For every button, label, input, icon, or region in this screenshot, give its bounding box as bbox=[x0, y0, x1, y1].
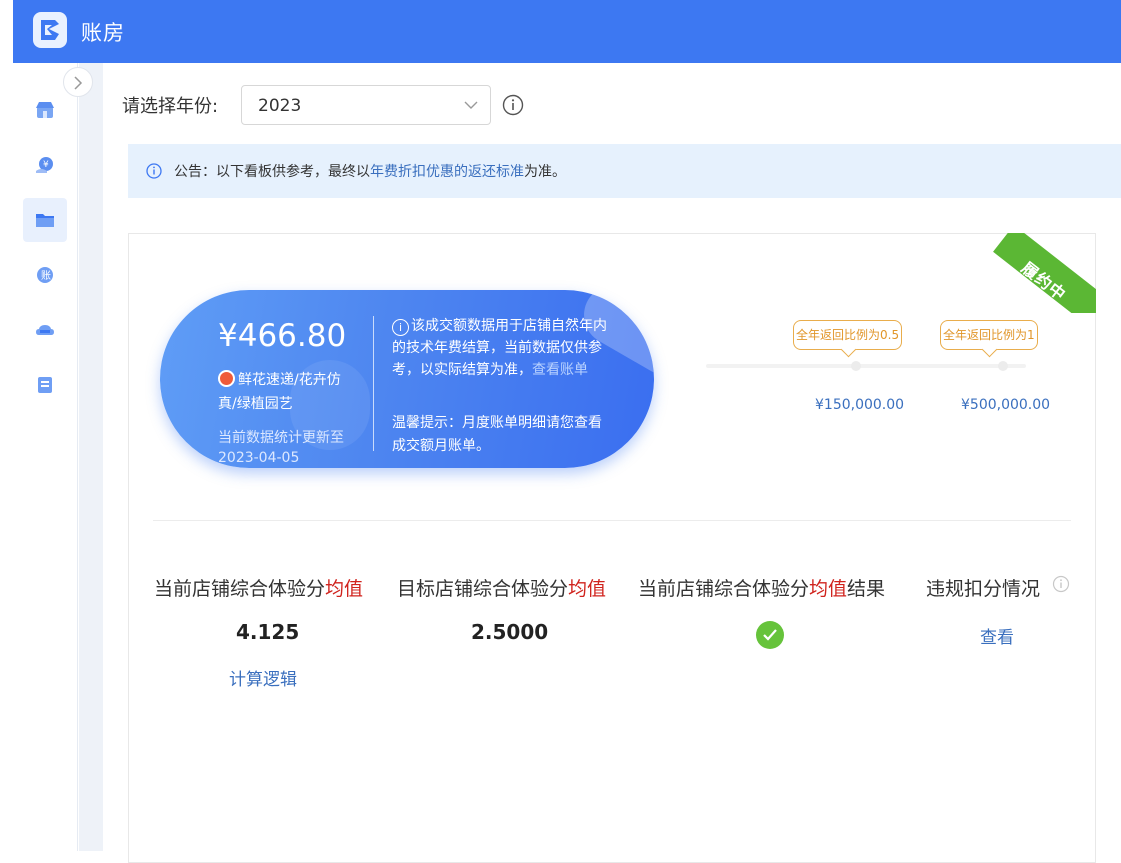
tier-amount: ¥150,000.00 bbox=[815, 397, 905, 413]
chevron-right-icon bbox=[74, 76, 83, 90]
summary-pill: ¥466.80 鲜花速递/花卉仿真/绿植园艺 当前数据统计更新至 2023-04… bbox=[160, 290, 654, 468]
ledger-icon: 账 bbox=[37, 267, 53, 283]
metric-title-highlight: 均值 bbox=[568, 578, 607, 600]
tier-label: 全年返回比例为1 bbox=[940, 320, 1038, 350]
update-date: 2023-04-05 bbox=[218, 450, 300, 466]
metric-title-violations: 违规扣分情况 bbox=[926, 578, 1041, 600]
sidebar-item-finance[interactable]: ¥ bbox=[23, 143, 67, 187]
target-score-value: 2.5000 bbox=[471, 620, 549, 644]
result-pass-badge bbox=[756, 621, 784, 649]
tier-marker bbox=[998, 361, 1008, 371]
transaction-amount: ¥466.80 bbox=[218, 318, 347, 354]
sidebar-item-document[interactable] bbox=[23, 363, 67, 407]
app-logo-icon bbox=[33, 12, 67, 48]
metric-title-text: 目标店铺综合体验分 bbox=[397, 578, 569, 600]
store-icon bbox=[36, 102, 54, 118]
shop-category: 鲜花速递/花卉仿真/绿植园艺 bbox=[218, 372, 341, 412]
metric-title-score-result: 当前店铺综合体验分均值结果 bbox=[638, 574, 885, 601]
sidebar-item-ledger[interactable]: 账 bbox=[23, 253, 67, 297]
metric-title-text: 当前店铺综合体验分 bbox=[638, 578, 810, 600]
year-filter-label: 请选择年份: bbox=[122, 96, 219, 117]
metric-title-highlight: 均值 bbox=[325, 578, 364, 600]
info-icon: i bbox=[392, 319, 409, 336]
tier-label: 全年返回比例为0.5 bbox=[793, 320, 903, 350]
calc-logic-link[interactable]: 计算逻辑 bbox=[229, 665, 297, 690]
notice-prefix: 公告：以下看板供参考，最终以 bbox=[174, 164, 370, 180]
metric-title-suffix: 结果 bbox=[847, 578, 886, 600]
cloud-icon bbox=[36, 325, 54, 335]
svg-text:¥: ¥ bbox=[43, 160, 49, 170]
pill-info: i 该成交额数据用于店铺自然年内的技术年费结算，当前数据仅供参考，以实际结算为准，… bbox=[392, 315, 612, 381]
tier-marker bbox=[851, 361, 861, 371]
sidebar-toggle-button[interactable] bbox=[63, 67, 93, 97]
status-ribbon: 履约中 bbox=[992, 233, 1096, 313]
violation-info-icon[interactable] bbox=[1052, 575, 1070, 593]
update-label: 当前数据统计更新至 bbox=[218, 430, 344, 446]
notice-text: 公告：以下看板供参考，最终以年费折扣优惠的返还标准为准。 bbox=[174, 161, 566, 181]
svg-text:账: 账 bbox=[41, 270, 51, 282]
view-violations-link[interactable]: 查看 bbox=[980, 623, 1014, 648]
notice-banner: 公告：以下看板供参考，最终以年费折扣优惠的返还标准为准。 bbox=[128, 144, 1121, 198]
pill-divider bbox=[373, 316, 374, 451]
folder-icon bbox=[36, 214, 54, 227]
metric-title-text: 当前店铺综合体验分 bbox=[154, 578, 326, 600]
sidebar: ¥ 账 bbox=[13, 63, 78, 851]
year-select-value: 2023 bbox=[258, 96, 302, 116]
tier-progress-track bbox=[706, 364, 1026, 368]
content-gutter bbox=[79, 63, 103, 851]
metric-title-current-score: 当前店铺综合体验分均值 bbox=[154, 574, 363, 601]
card-divider bbox=[153, 520, 1071, 521]
checkmark-icon bbox=[763, 629, 777, 641]
notice-suffix: 为准。 bbox=[524, 164, 566, 180]
current-score-value: 4.125 bbox=[236, 620, 300, 644]
sidebar-item-folder[interactable] bbox=[23, 198, 67, 242]
metric-title-target-score: 目标店铺综合体验分均值 bbox=[397, 574, 606, 601]
tier-amount: ¥500,000.00 bbox=[961, 397, 1051, 413]
coin-icon: ¥ bbox=[36, 157, 53, 173]
app-title: 账房 bbox=[81, 21, 125, 45]
document-icon bbox=[38, 377, 52, 393]
update-info: 当前数据统计更新至 2023-04-05 bbox=[218, 428, 368, 468]
sidebar-item-cloud[interactable] bbox=[23, 308, 67, 352]
chevron-down-icon bbox=[464, 101, 478, 109]
view-bill-link[interactable]: 查看账单 bbox=[532, 362, 588, 378]
window-edge bbox=[0, 0, 13, 851]
year-info-icon[interactable] bbox=[502, 94, 524, 116]
sidebar-item-store[interactable] bbox=[23, 88, 67, 132]
info-icon bbox=[146, 163, 162, 179]
app-header: 账房 bbox=[13, 0, 1121, 63]
year-select[interactable]: 2023 bbox=[241, 85, 491, 125]
notice-link[interactable]: 年费折扣优惠的返还标准 bbox=[370, 164, 524, 180]
metric-title-highlight: 均值 bbox=[809, 578, 848, 600]
pill-tip: 温馨提示：月度账单明细请您查看成交额月账单。 bbox=[392, 415, 602, 454]
